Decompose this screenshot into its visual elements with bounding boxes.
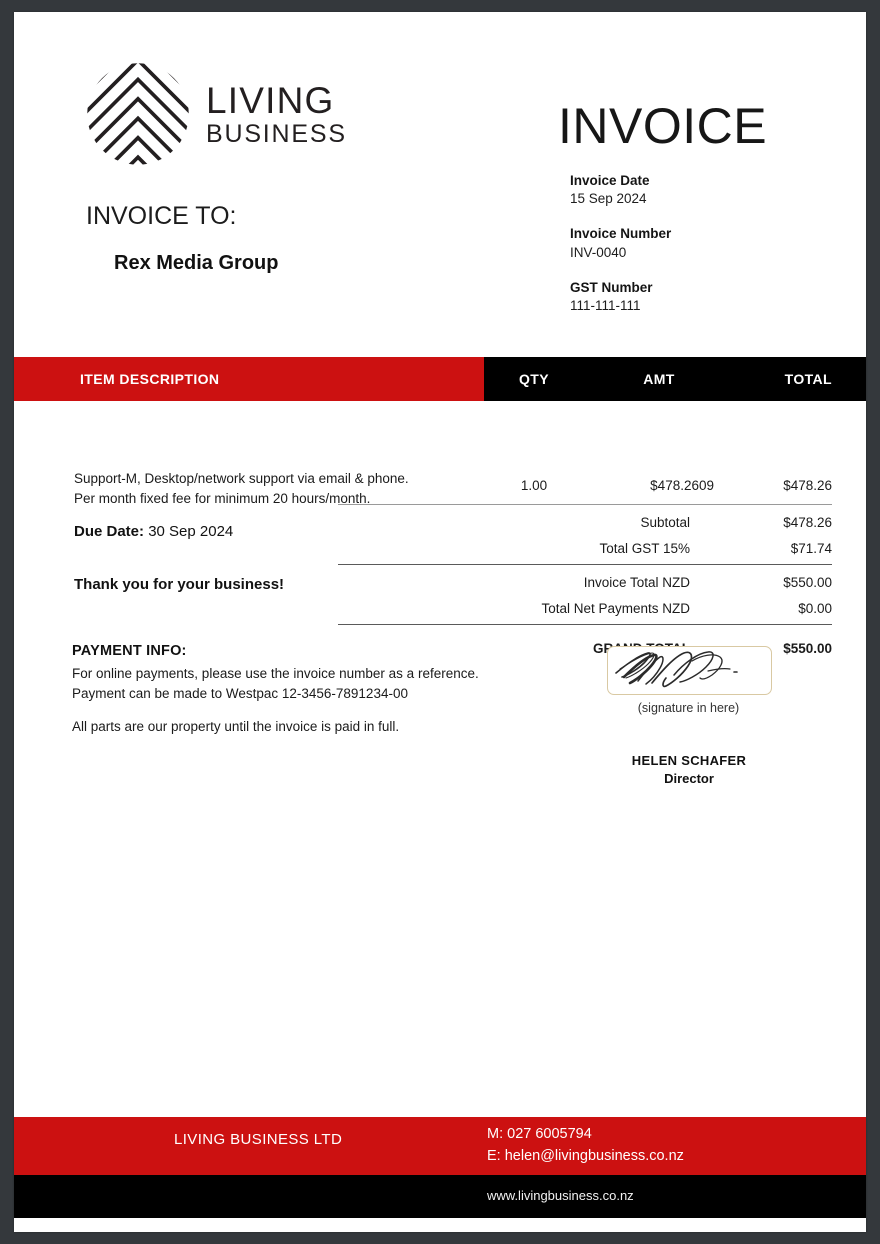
due-date-value: 30 Sep 2024: [148, 523, 234, 540]
invoice-body: Support-M, Desktop/network support via e…: [14, 401, 866, 1161]
footer-red-band: LIVING BUSINESS LTD M: 027 6005794 E: he…: [14, 1117, 866, 1175]
footer-company-name: LIVING BUSINESS LTD: [174, 1131, 343, 1148]
totals-row-invoice-total: Invoice Total NZD $550.00: [338, 569, 832, 595]
invoice-header: LIVING BUSINESS INVOICE INVOICE TO: Rex …: [14, 12, 866, 357]
logo-wordmark: LIVING BUSINESS: [206, 82, 347, 147]
gst-number-label: GST Number: [570, 279, 653, 295]
due-date: Due Date: 30 Sep 2024: [74, 523, 233, 540]
totals-row-subtotal: Subtotal $478.26: [338, 509, 832, 535]
living-business-chevron-logo-icon: [87, 63, 189, 165]
footer-website[interactable]: www.livingbusiness.co.nz: [487, 1188, 634, 1203]
invoice-meta-block: Invoice Date 15 Sep 2024 Invoice Number …: [570, 172, 850, 332]
gst-number-group: GST Number 111-111-111: [570, 279, 850, 315]
payment-info-spacer: [72, 703, 542, 717]
invoice-total-label: Invoice Total NZD: [583, 574, 690, 590]
column-header-description: ITEM DESCRIPTION: [14, 357, 484, 401]
gst-label: Total GST 15%: [599, 540, 690, 556]
customer-name: Rex Media Group: [114, 252, 279, 274]
net-payments-label: Total Net Payments NZD: [541, 600, 690, 616]
totals-row-net-payments: Total Net Payments NZD $0.00: [338, 595, 832, 621]
invoice-number-group: Invoice Number INV-0040: [570, 225, 850, 261]
invoice-date-group: Invoice Date 15 Sep 2024: [570, 172, 850, 208]
column-header-qty: QTY: [519, 371, 549, 387]
signatory-name: HELEN SCHAFER: [631, 753, 747, 768]
gst-value: $71.74: [790, 540, 832, 556]
payment-info-line3: All parts are our property until the inv…: [72, 719, 400, 735]
logo-text-business: BUSINESS: [206, 119, 347, 148]
logo-text-living: LIVING: [206, 79, 335, 121]
thank-you-message: Thank you for your business!: [74, 576, 285, 593]
handwritten-signature-icon: [615, 651, 738, 688]
invoice-total-value: $550.00: [783, 574, 832, 590]
line-item-total: $478.26: [783, 478, 832, 493]
line-item-qty: 1.00: [520, 478, 548, 493]
payment-info-title: PAYMENT INFO:: [72, 643, 187, 659]
company-logo: LIVING BUSINESS: [84, 60, 347, 168]
totals-divider-bottom: [338, 624, 832, 625]
net-payments-value: $0.00: [798, 600, 832, 616]
signature-caption: (signature in here): [637, 701, 740, 715]
totals-divider-top: [338, 504, 832, 505]
subtotal-label: Subtotal: [640, 514, 690, 530]
payment-info-line1: For online payments, please use the invo…: [72, 666, 479, 681]
signature-box: [607, 646, 772, 695]
line-items-table-header: ITEM DESCRIPTION QTY AMT TOTAL: [14, 357, 866, 401]
column-header-total: TOTAL: [784, 371, 832, 387]
footer-black-band: www.livingbusiness.co.nz: [14, 1175, 866, 1218]
footer-contact-block: M: 027 6005794 E: helen@livingbusiness.c…: [487, 1124, 684, 1168]
signatory-role: Director: [664, 771, 714, 786]
payment-info-line2: Payment can be made to Westpac 12-3456-7…: [72, 685, 408, 701]
page-title: INVOICE: [558, 98, 768, 154]
line-item-description-line1: Support-M, Desktop/network support via e…: [74, 471, 409, 486]
footer-mobile: M: 027 6005794: [487, 1126, 592, 1142]
totals-divider-middle: [338, 564, 832, 565]
due-date-label: Due Date:: [74, 523, 145, 540]
totals-block: Subtotal $478.26 Total GST 15% $71.74 In…: [338, 501, 832, 663]
column-header-description-label: ITEM DESCRIPTION: [80, 371, 220, 387]
column-header-amt: AMT: [643, 371, 675, 387]
invoice-date-value: 15 Sep 2024: [570, 191, 647, 207]
invoice-number-value: INV-0040: [570, 244, 627, 260]
gst-number-value: 111-111-111: [570, 298, 641, 314]
subtotal-value: $478.26: [783, 514, 832, 530]
invoice-date-label: Invoice Date: [570, 173, 650, 188]
invoice-number-label: Invoice Number: [570, 226, 672, 242]
footer-email[interactable]: E: helen@livingbusiness.co.nz: [487, 1146, 684, 1168]
totals-row-gst: Total GST 15% $71.74: [338, 535, 832, 561]
payment-info-block: PAYMENT INFO: For online payments, pleas…: [72, 643, 542, 737]
invoice-page: LIVING BUSINESS INVOICE INVOICE TO: Rex …: [14, 12, 866, 1232]
invoice-to-label: INVOICE TO:: [86, 202, 237, 230]
